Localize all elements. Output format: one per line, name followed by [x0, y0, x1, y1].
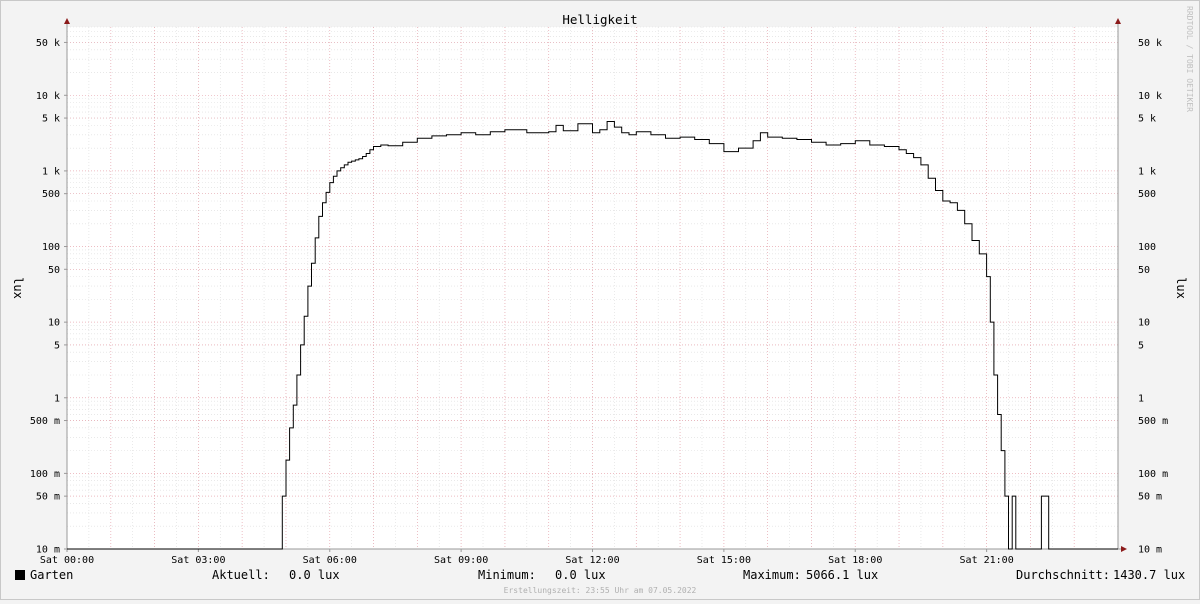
y-tick-label-right: 50 k — [1138, 38, 1162, 49]
y-axis-arrow-right — [1115, 18, 1121, 24]
y-tick-label-left: 5 k — [42, 114, 60, 125]
footer-timestamp: Erstellungszeit: 23:55 Uhr am 07.05.2022 — [504, 586, 697, 595]
y-tick-label-left: 10 m — [36, 545, 60, 556]
chart-window: 50 k 50 k 10 k 10 k5 k5 k1 k1 k 500 500 100 100… — [0, 0, 1200, 600]
y-tick-label-left: 10 — [48, 318, 60, 329]
y-tick-label-right: 100 — [1138, 242, 1156, 253]
y-tick-label-right: 10 — [1138, 318, 1150, 329]
y-tick-label-right: 50 m — [1138, 492, 1162, 503]
legend-avg-value: 1430.7 lux — [1113, 568, 1185, 582]
legend-max-label: Maximum: — [743, 568, 801, 582]
brightness-chart: 50 k 50 k10 k 10 k5 k5 k1 k1 k500 500100 100… — [11, 6, 1194, 595]
y-tick-label-right: 1 — [1138, 393, 1144, 404]
legend-current-label: Aktuell: — [212, 568, 270, 582]
legend-min-value: 0.0 lux — [555, 568, 606, 582]
x-tick-label: Sat 06:00 — [303, 555, 357, 566]
legend-swatch-garten — [15, 570, 25, 580]
chart-title: Helligkeit — [562, 12, 637, 27]
y-axis-label-left: lux — [11, 277, 25, 299]
y-tick-label-left: 50 — [48, 265, 60, 276]
y-tick-label-right: 5 — [1138, 340, 1144, 351]
y-tick-label-right: 1 k — [1138, 166, 1156, 177]
y-tick-label-right: 500 — [1138, 189, 1156, 200]
y-tick-label-left: 50 k — [36, 38, 60, 49]
y-tick-label-left: 50 m — [36, 492, 60, 503]
x-tick-label: Sat 21:00 — [960, 555, 1014, 566]
legend-avg-label: Durchschnitt: — [1016, 568, 1110, 582]
legend-min-label: Minimum: — [478, 568, 536, 582]
y-tick-label-left: 500 — [42, 189, 60, 200]
y-tick-label-right: 500 m — [1138, 416, 1168, 427]
x-tick-label: Sat 03:00 — [171, 555, 225, 566]
y-tick-label-right: 100 m — [1138, 469, 1168, 480]
x-tick-label: Sat 15:00 — [697, 555, 751, 566]
y-tick-label-left: 100 — [42, 242, 60, 253]
y-tick-label-right: 10 k — [1138, 91, 1162, 102]
x-tick-label: Sat 00:00 — [40, 555, 94, 566]
y-tick-label-left: 10 k — [36, 91, 60, 102]
y-axis-arrow-left — [64, 18, 70, 24]
legend-series-label: Garten — [30, 568, 73, 582]
y-tick-label-left: 500 m — [30, 416, 60, 427]
legend-current-value: 0.0 lux — [289, 568, 340, 582]
y-tick-label-left: 100 m — [30, 469, 60, 480]
x-tick-label: Sat 12:00 — [565, 555, 619, 566]
watermark: RRDTOOL / TOBI OETIKER — [1185, 6, 1194, 112]
legend: Garten Aktuell: 0.0 lux Minimum: 0.0 lux… — [15, 568, 1185, 582]
y-tick-label-right: 50 — [1138, 265, 1150, 276]
y-tick-label-right: 5 k — [1138, 114, 1156, 125]
y-axis-label-right: lux — [1174, 277, 1188, 299]
legend-max-value: 5066.1 lux — [806, 568, 878, 582]
x-tick-label: Sat 09:00 — [434, 555, 488, 566]
x-axis-arrow — [1121, 546, 1127, 552]
y-tick-label-left: 5 — [54, 340, 60, 351]
y-tick-label-right: 10 m — [1138, 545, 1162, 556]
y-tick-label-left: 1 k — [42, 166, 60, 177]
x-tick-label: Sat 18:00 — [828, 555, 882, 566]
y-tick-label-left: 1 — [54, 393, 60, 404]
